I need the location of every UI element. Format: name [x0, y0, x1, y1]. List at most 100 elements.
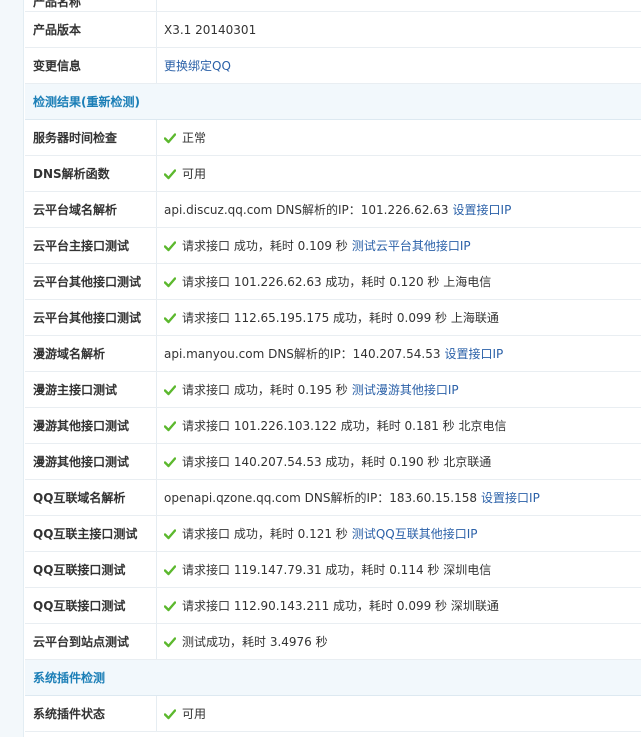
row-label: 服务器时间检查	[33, 131, 118, 145]
result-text: 请求接口 101.226.62.63 成功，耗时 0.120 秒 上海电信	[182, 275, 492, 289]
check-icon	[164, 132, 176, 143]
row-label: 云平台到站点测试	[33, 635, 130, 649]
table-row: 云平台其他接口测试 请求接口 101.226.62.63 成功，耗时 0.120 …	[25, 264, 641, 300]
row-value: 测试成功，耗时 3.4976 秒	[157, 633, 641, 650]
row-action-link[interactable]: 设置接口IP	[453, 201, 512, 218]
row-label: QQ互联接口测试	[33, 563, 126, 577]
table-row: 系统插件状态 可用	[25, 696, 641, 732]
result-text: 请求接口 140.207.54.53 成功，耗时 0.190 秒 北京联通	[182, 455, 492, 469]
table-row: 云平台其他接口测试 请求接口 112.65.195.175 成功，耗时 0.099…	[25, 300, 641, 336]
row-action-link[interactable]: 设置接口IP	[444, 345, 503, 362]
check-icon	[164, 636, 176, 647]
row-value: 请求接口 101.226.103.122 成功，耗时 0.181 秒 北京电信	[157, 417, 641, 434]
row-label: 变更信息	[33, 59, 82, 73]
table-row: QQ互联接口测试 请求接口 119.147.79.31 成功，耗时 0.114 秒…	[25, 552, 641, 588]
row-value: 请求接口 成功，耗时 0.121 秒测试QQ互联其他接口IP	[157, 525, 641, 542]
result-text: 请求接口 成功，耗时 0.109 秒	[182, 239, 348, 253]
version-text: X3.1 20140301	[164, 22, 257, 37]
result-text: 请求接口 119.147.79.31 成功，耗时 0.114 秒 深圳电信	[182, 563, 492, 577]
row-label: 云平台域名解析	[33, 203, 118, 217]
table-row: 漫游主接口测试 请求接口 成功，耗时 0.195 秒测试漫游其他接口IP	[25, 372, 641, 408]
result-text: 请求接口 112.65.195.175 成功，耗时 0.099 秒 上海联通	[182, 311, 499, 325]
row-action-link[interactable]: 测试漫游其他接口IP	[352, 381, 459, 398]
table-row: QQ互联域名解析 openapi.qzone.qq.com DNS解析的IP：18…	[25, 480, 641, 516]
row-value: 请求接口 119.147.79.31 成功，耗时 0.114 秒 深圳电信	[157, 561, 641, 578]
row-value: api.discuz.qq.com DNS解析的IP：101.226.62.63…	[157, 201, 641, 218]
row-action-link[interactable]: 测试云平台其他接口IP	[352, 237, 471, 254]
table-row-version: 产品版本 X3.1 20140301	[25, 12, 641, 48]
page: 产品名称 产品版本 X3.1 20140301 变更信息 更换绑定QQ 检测结果…	[0, 0, 641, 737]
row-value: 可用	[157, 165, 641, 182]
table-row: QQ互联主接口测试 请求接口 成功，耗时 0.121 秒测试QQ互联其他接口IP	[25, 516, 641, 552]
table-row: DNS解析函数 可用	[25, 156, 641, 192]
result-text: 正常	[182, 131, 207, 145]
table-row: QQ互联接口测试 请求接口 112.90.143.211 成功，耗时 0.099 …	[25, 588, 641, 624]
section-title: 系统插件检测	[33, 671, 106, 685]
row-value: openapi.qzone.qq.com DNS解析的IP：183.60.15.…	[157, 489, 641, 506]
check-icon	[164, 420, 176, 431]
check-icon	[164, 564, 176, 575]
table-row-cutoff: 产品名称	[25, 0, 641, 12]
check-icon	[164, 168, 176, 179]
table-row: 云平台域名解析 api.discuz.qq.com DNS解析的IP：101.22…	[25, 192, 641, 228]
result-text: api.discuz.qq.com DNS解析的IP：101.226.62.63	[164, 203, 449, 217]
check-icon	[164, 708, 176, 719]
row-label: 漫游域名解析	[33, 347, 106, 361]
row-label: 漫游其他接口测试	[33, 419, 130, 433]
table-row: 服务器时间检查 正常	[25, 120, 641, 156]
check-icon	[164, 600, 176, 611]
row-value: 请求接口 112.65.195.175 成功，耗时 0.099 秒 上海联通	[157, 309, 641, 326]
row-label: QQ互联域名解析	[33, 491, 126, 505]
row-value: api.manyou.com DNS解析的IP：140.207.54.53 设置接…	[157, 345, 641, 362]
check-icon	[164, 456, 176, 467]
row-value: 请求接口 成功，耗时 0.195 秒测试漫游其他接口IP	[157, 381, 641, 398]
left-sidebar-strip	[0, 0, 24, 737]
row-label: QQ互联接口测试	[33, 599, 126, 613]
table-row: 云平台到站点测试 测试成功，耗时 3.4976 秒	[25, 624, 641, 660]
check-icon	[164, 276, 176, 287]
row-action-link[interactable]: 测试QQ互联其他接口IP	[352, 525, 478, 542]
row-label: 产品名称	[33, 0, 82, 9]
row-label: DNS解析函数	[33, 167, 110, 181]
check-icon	[164, 384, 176, 395]
check-icon	[164, 312, 176, 323]
result-text: 请求接口 101.226.103.122 成功，耗时 0.181 秒 北京电信	[182, 419, 507, 433]
table-row: 漫游其他接口测试 请求接口 101.226.103.122 成功，耗时 0.181…	[25, 408, 641, 444]
recheck-link[interactable]: (重新检测)	[81, 93, 140, 110]
check-icon	[164, 528, 176, 539]
row-label: 云平台其他接口测试	[33, 311, 142, 325]
result-text: 可用	[182, 167, 207, 181]
plugin-rows: 系统插件状态 可用	[25, 696, 641, 732]
table-row: 云平台主接口测试 请求接口 成功，耗时 0.109 秒测试云平台其他接口IP	[25, 228, 641, 264]
table-row: 漫游其他接口测试 请求接口 140.207.54.53 成功，耗时 0.190 秒…	[25, 444, 641, 480]
result-text: 请求接口 112.90.143.211 成功，耗时 0.099 秒 深圳联通	[182, 599, 499, 613]
row-label: 云平台主接口测试	[33, 239, 130, 253]
section-header-check-results: 检测结果 (重新检测)	[25, 84, 641, 120]
row-value: 请求接口 112.90.143.211 成功，耗时 0.099 秒 深圳联通	[157, 597, 641, 614]
row-action-link[interactable]: 设置接口IP	[481, 489, 540, 506]
row-value: 请求接口 成功，耗时 0.109 秒测试云平台其他接口IP	[157, 237, 641, 254]
row-value: X3.1 20140301	[157, 23, 641, 37]
result-text: openapi.qzone.qq.com DNS解析的IP：183.60.15.…	[164, 491, 478, 505]
result-text: 可用	[182, 707, 207, 721]
row-value: 请求接口 101.226.62.63 成功，耗时 0.120 秒 上海电信	[157, 273, 641, 290]
row-label: 云平台其他接口测试	[33, 275, 142, 289]
result-text: api.manyou.com DNS解析的IP：140.207.54.53	[164, 347, 441, 361]
row-value: 可用	[157, 705, 641, 722]
result-text: 请求接口 成功，耗时 0.121 秒	[182, 527, 348, 541]
check-rows: 服务器时间检查 正常 DNS解析函数 可用云平台域名解析 api.discuz.qq.c…	[25, 120, 641, 660]
row-value: 更换绑定QQ	[157, 57, 641, 74]
diagnostics-table: 产品名称 产品版本 X3.1 20140301 变更信息 更换绑定QQ 检测结果…	[25, 0, 641, 732]
table-row: 漫游域名解析 api.manyou.com DNS解析的IP：140.207.54…	[25, 336, 641, 372]
row-value: 正常	[157, 129, 641, 146]
section-title: 检测结果	[33, 95, 82, 109]
row-label: QQ互联主接口测试	[33, 527, 138, 541]
row-label: 系统插件状态	[33, 707, 106, 721]
result-text: 测试成功，耗时 3.4976 秒	[182, 635, 328, 649]
rebind-qq-link[interactable]: 更换绑定QQ	[164, 57, 231, 74]
check-icon	[164, 240, 176, 251]
row-value: 请求接口 140.207.54.53 成功，耗时 0.190 秒 北京联通	[157, 453, 641, 470]
row-label: 漫游主接口测试	[33, 383, 118, 397]
result-text: 请求接口 成功，耗时 0.195 秒	[182, 383, 348, 397]
row-label: 产品版本	[33, 23, 82, 37]
